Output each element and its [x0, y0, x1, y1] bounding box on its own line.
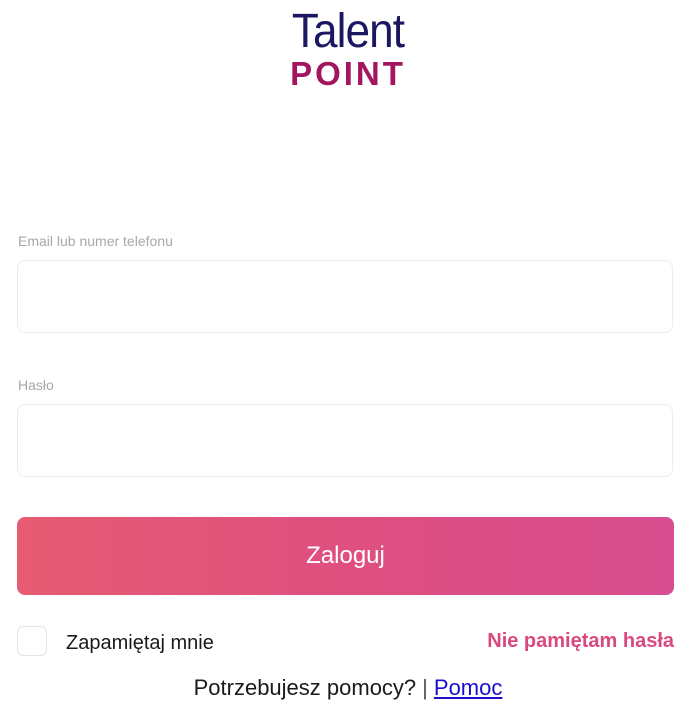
talentpoint-logo: Talent POINT — [0, 5, 696, 92]
email-label: Email lub numer telefonu — [18, 233, 173, 249]
remember-me-checkbox[interactable] — [17, 626, 47, 656]
password-field[interactable] — [17, 404, 673, 477]
help-separator: | — [422, 675, 428, 700]
login-page: Talent POINT Email lub numer telefonu Ha… — [0, 0, 696, 706]
login-button[interactable]: Zaloguj — [17, 517, 674, 595]
logo-talent-text: Talent — [291, 5, 405, 58]
help-link[interactable]: Pomoc — [434, 675, 502, 700]
help-prefix-text: Potrzebujesz pomocy? — [193, 675, 417, 700]
password-label: Hasło — [18, 377, 54, 393]
email-field[interactable] — [17, 260, 673, 333]
logo-point-text: POINT — [290, 55, 406, 92]
remember-me-label[interactable]: Zapamiętaj mnie — [66, 632, 214, 655]
help-line: Potrzebujesz pomocy? | Pomoc — [0, 675, 696, 701]
forgot-password-link[interactable]: Nie pamiętam hasła — [487, 630, 674, 653]
